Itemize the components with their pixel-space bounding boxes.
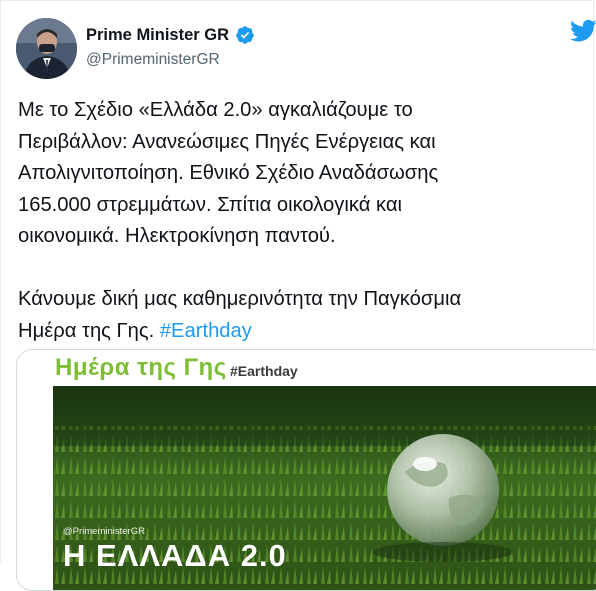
tweet-body: Με το Σχέδιο «Ελλάδα 2.0» αγκαλιάζουμε τ… <box>18 99 462 342</box>
media-caption: Η ΕΛΛΑΔΑ 2.0 <box>63 538 287 573</box>
tweet-text: Με το Σχέδιο «Ελλάδα 2.0» αγκαλιάζουμε τ… <box>18 95 588 347</box>
author-display-name[interactable]: Prime Minister GR <box>86 26 229 45</box>
media-banner: Ημέρα της Γης #Earthday <box>17 350 596 386</box>
media-banner-tag: #Earthday <box>230 363 298 379</box>
hashtag-link[interactable]: #Earthday <box>160 320 252 342</box>
media-banner-title: Ημέρα της Γης <box>55 354 227 381</box>
author-handle[interactable]: @PrimeministerGR <box>86 51 220 69</box>
media-credit: @PrimeministerGR <box>63 526 145 537</box>
avatar[interactable] <box>16 18 77 79</box>
avatar-photo <box>16 18 77 79</box>
tweet-card: Prime Minister GR @PrimeministerGR Με το… <box>0 0 596 591</box>
twitter-bird-icon[interactable] <box>570 19 596 43</box>
author-name-row[interactable]: Prime Minister GR <box>86 25 255 45</box>
verified-badge-icon <box>236 26 254 44</box>
media-card[interactable]: Ημέρα της Γης #Earthday @PrimeministerGR… <box>16 349 596 591</box>
